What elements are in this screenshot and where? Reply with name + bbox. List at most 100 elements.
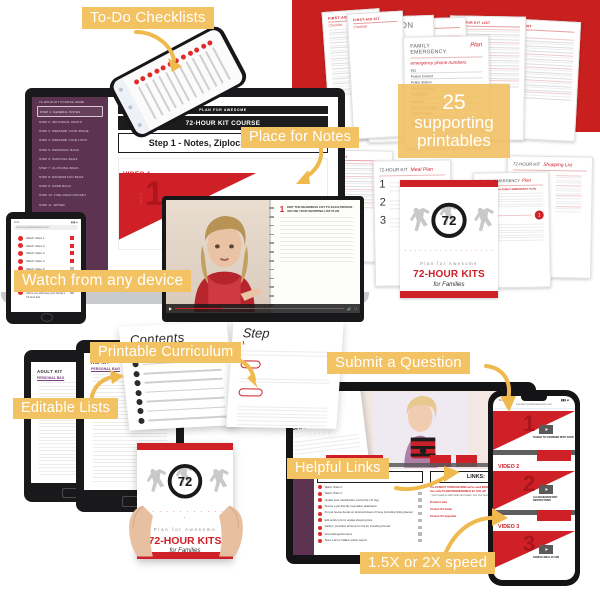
list-item[interactable]: Watch Video 1 xyxy=(18,235,74,241)
video-number: 2 xyxy=(523,471,536,496)
todo-item-label: Update pets' identification (microchip /… xyxy=(324,498,379,502)
sidebar-item-step-3[interactable]: STEP 3: PREPARE YOUR SPACE xyxy=(37,127,103,136)
hand-left xyxy=(129,505,153,557)
callout-submit-a-question: Submit a Question xyxy=(327,352,470,374)
play-button[interactable] xyxy=(539,425,553,434)
arrow-helpful-links xyxy=(394,466,460,491)
arrow-submit-question xyxy=(484,364,516,412)
sheet-subtitle: Checklist xyxy=(353,24,368,30)
todo-item-label: Store it all on SHELF and/or carport xyxy=(324,539,368,543)
printables-count-line3: printables xyxy=(417,130,491,150)
video-side-label: video xyxy=(139,193,143,206)
callout-editable-lists: Editable Lists xyxy=(13,398,119,419)
sheet-title: FAMILY EMERGENCY xyxy=(410,43,447,56)
bullet-icon xyxy=(206,39,214,47)
tablet-device-checklist: 9:41 ▮▮▮ ▰ members.planforawesome.com Wa… xyxy=(6,212,86,324)
volume-icon[interactable]: 🔊 xyxy=(347,307,351,311)
printables-count: 25 xyxy=(442,91,466,115)
video-player-preview[interactable]: 1 EDIT THE READINESS LIST TO EACH PERSON… xyxy=(162,196,364,322)
list-item-label: Watch Video 2 xyxy=(26,243,45,248)
sidebar-item-home[interactable]: 72-HOUR KIT COURSE HOME xyxy=(37,97,103,106)
sidebar-item-step-10[interactable]: STEP 10: FINE-GRAIN PACKET xyxy=(37,191,103,200)
todo-item-label: Edit and/or print & update shopping list… xyxy=(324,518,373,522)
sidebar-item-step-1[interactable]: STEP 1: GENERAL NOTES xyxy=(37,106,103,118)
status-icons-icon: ▮▮▮ ▰ xyxy=(71,220,78,224)
poster-number: 72 xyxy=(442,213,457,228)
collage-canvas: TUBE TENT Instructions 72-HOUR KIT LIST … xyxy=(0,0,600,600)
arrow-speed xyxy=(444,508,508,554)
sidebar-item-step-4[interactable]: STEP 4: PREPARE YOUR LISTS xyxy=(37,136,103,145)
sheet-title: 72-HOUR KIT xyxy=(379,167,408,173)
play-icon xyxy=(545,428,548,431)
todo-item[interactable]: Recond/organize items xyxy=(317,532,422,537)
play-icon xyxy=(545,548,548,551)
play-icon[interactable]: ▶ xyxy=(169,306,172,311)
sheet-subtitle: Meal Plan xyxy=(410,166,433,174)
runners-72-logo-icon: 72 xyxy=(409,202,494,238)
fullscreen-icon[interactable]: ⛶ xyxy=(355,307,357,311)
poster-72-hour-kits-top: 72 · · · · · · · · · · · · · · · · · · P… xyxy=(400,180,498,298)
poster-top-bar xyxy=(137,443,233,450)
home-button-icon[interactable] xyxy=(41,313,53,322)
video-card[interactable]: 1 THINGS TO CONSIDER WITH FOOD xyxy=(493,411,575,461)
video-number: 1 xyxy=(523,411,536,436)
sheet-title-script: Plan xyxy=(521,177,532,183)
todo-item-label: Put pet rescue decals on doors/windows o… xyxy=(324,510,413,514)
runners-72-logo-icon: 72 xyxy=(146,464,229,499)
callout-speed: 1.5X or 2X speed xyxy=(360,552,496,574)
video-caption: ALLERGIES/DIETARY RESTRICTIONS xyxy=(533,496,558,502)
poster-eyebrow: Plan for Awesome xyxy=(420,261,478,266)
bullet-icon xyxy=(133,78,140,86)
sheet-subtitle: Shopping List xyxy=(543,162,573,169)
video-number: 3 xyxy=(523,531,536,556)
todo-item[interactable]: Secure a pet-friendly evacuation destina… xyxy=(317,504,422,509)
bullet-icon xyxy=(193,46,201,54)
play-button[interactable] xyxy=(539,485,553,494)
sidebar-item-step-11[interactable]: STEP 11: WATER xyxy=(37,200,103,209)
sidebar-item-step-5[interactable]: STEP 5: PERSONAL BAGS xyxy=(37,145,103,154)
printables-count-line2: supporting xyxy=(414,113,494,133)
nav-dot-icon xyxy=(137,122,143,128)
sheet-section: emergency phone numbers xyxy=(410,59,467,66)
callout-watch-from-any-device: Watch from any device xyxy=(14,270,192,292)
callout-helpful-links: Helpful Links xyxy=(287,458,389,479)
sheet-title: 72-HOUR KIT xyxy=(512,161,541,167)
sidebar-item-step-7[interactable]: STEP 7: CLOTHING BAGS xyxy=(37,163,103,172)
phone-notch xyxy=(521,396,547,401)
todo-item[interactable]: Edit and/or print & update shopping list… xyxy=(317,518,422,523)
sheet-title-script: Plan xyxy=(470,42,483,49)
todo-item[interactable]: Put pet rescue decals on doors/windows o… xyxy=(317,510,422,516)
list-item[interactable]: Watch Video 3 xyxy=(18,250,74,256)
arrow-todo-checklists xyxy=(134,30,182,72)
list-item-label: Watch Video 1 xyxy=(26,236,45,241)
poster-script: for Families xyxy=(433,282,465,288)
printables-count-overlay: 25 supporting printables xyxy=(398,84,510,158)
bullet-icon xyxy=(186,50,194,57)
list-item-label: Watch Video 4 xyxy=(26,259,45,264)
video-label: VIDEO 2 xyxy=(498,464,520,470)
nav-dot-icon xyxy=(118,86,125,93)
book-right-number: 1 xyxy=(241,340,246,347)
phone-device-videos: 9:41 ▮▮▮ ▰ members.planforawesome.com 1 … xyxy=(488,390,580,586)
sidebar-item-step-2[interactable]: STEP 2: INDIVIDUAL PACKS xyxy=(37,117,103,126)
todo-item-label: Recond/organize items xyxy=(324,532,353,536)
video-caption: THINGS TO CONSIDER WITH FOOD xyxy=(533,436,574,439)
player-controls[interactable]: ▶ 🔊 ⛶ xyxy=(166,304,360,313)
todo-item[interactable]: Update pets' identification (microchip /… xyxy=(317,498,422,503)
play-icon xyxy=(545,488,548,491)
sidebar-item-step-6[interactable]: STEP 6: SURVIVAL BAGS xyxy=(37,154,103,163)
sidebar-item-step-8[interactable]: STEP 8: RANDOM FUN BAGS xyxy=(37,173,103,182)
video-caption: SAMPLE MEAL PLANS xyxy=(533,556,560,559)
list-item[interactable]: Watch Video 2 xyxy=(18,243,74,249)
callout-printable-curriculum: Printable Curriculum xyxy=(90,342,242,363)
hand-right xyxy=(219,505,243,557)
list-item[interactable]: Watch Video 4 xyxy=(18,258,74,264)
bullet-icon xyxy=(200,42,207,50)
callout-to-do-checklists: To-Do Checklists xyxy=(82,7,214,29)
play-button[interactable] xyxy=(539,545,553,554)
sidebar-item-step-9[interactable]: STEP 9: GRAB BAGS xyxy=(37,182,103,191)
todo-item[interactable]: Store it all on SHELF and/or carport xyxy=(317,538,422,543)
todo-item[interactable]: Gather / purchase all items for the kit,… xyxy=(317,525,422,530)
url-bar[interactable]: members.planforawesome.com xyxy=(14,225,78,231)
poster-number: 72 xyxy=(178,474,192,489)
